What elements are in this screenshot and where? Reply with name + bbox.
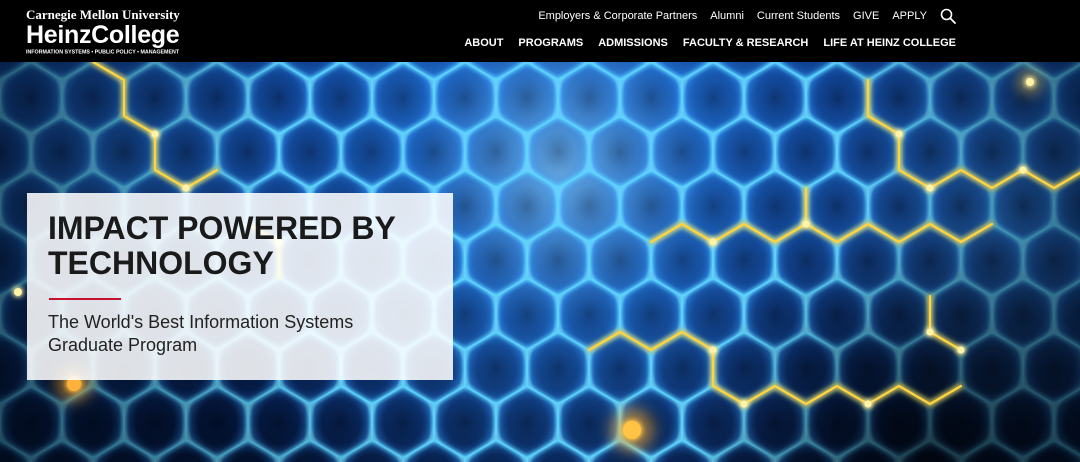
circuit-node <box>1026 78 1034 86</box>
hero-banner: IMPACT POWERED BY TECHNOLOGY The World's… <box>0 62 1080 462</box>
circuit-node <box>740 400 748 408</box>
circuit-node <box>895 130 903 138</box>
utility-link-alumni[interactable]: Alumni <box>710 8 744 24</box>
nav-admissions[interactable]: ADMISSIONS <box>598 35 668 51</box>
logo-college-name: HeinzCollege <box>26 21 180 49</box>
hero-title-accent-rule <box>49 298 121 300</box>
utility-link-current-students[interactable]: Current Students <box>757 8 840 24</box>
nav-programs[interactable]: PROGRAMS <box>518 35 583 51</box>
circuit-node <box>182 184 190 192</box>
circuit-node <box>709 346 717 354</box>
circuit-node <box>151 130 159 138</box>
circuit-node <box>957 346 965 354</box>
logo-tagline: INFORMATION SYSTEMS • PUBLIC POLICY • MA… <box>26 49 180 55</box>
circuit-node <box>14 288 22 296</box>
hero-title: IMPACT POWERED BY TECHNOLOGY <box>48 210 396 281</box>
nav-faculty-research[interactable]: FACULTY & RESEARCH <box>683 35 809 51</box>
circuit-node <box>802 220 810 228</box>
logo-university-name: Carnegie Mellon University <box>26 7 180 22</box>
utility-link-employers[interactable]: Employers & Corporate Partners <box>538 8 697 24</box>
hero-subtitle: The World's Best Information Systems Gra… <box>48 312 354 355</box>
circuit-node <box>623 421 641 439</box>
utility-nav: Employers & Corporate Partners Alumni Cu… <box>538 8 956 24</box>
heinz-college-logo[interactable]: Carnegie Mellon University HeinzCollege … <box>26 8 296 59</box>
utility-link-apply[interactable]: APPLY <box>892 8 927 24</box>
circuit-node <box>1019 166 1027 174</box>
utility-link-give[interactable]: GIVE <box>853 8 879 24</box>
main-nav: ABOUT PROGRAMS ADMISSIONS FACULTY & RESE… <box>464 35 956 51</box>
search-icon[interactable] <box>940 8 956 24</box>
site-header: Carnegie Mellon University HeinzCollege … <box>0 0 1080 62</box>
nav-about[interactable]: ABOUT <box>464 35 503 51</box>
circuit-node <box>926 328 934 336</box>
nav-life-at-heinz[interactable]: LIFE AT HEINZ COLLEGE <box>823 35 956 51</box>
circuit-node <box>864 400 872 408</box>
circuit-node <box>926 184 934 192</box>
circuit-node <box>709 238 717 246</box>
hero-text-panel: IMPACT POWERED BY TECHNOLOGY The World's… <box>27 193 453 380</box>
search-button[interactable] <box>940 8 956 24</box>
